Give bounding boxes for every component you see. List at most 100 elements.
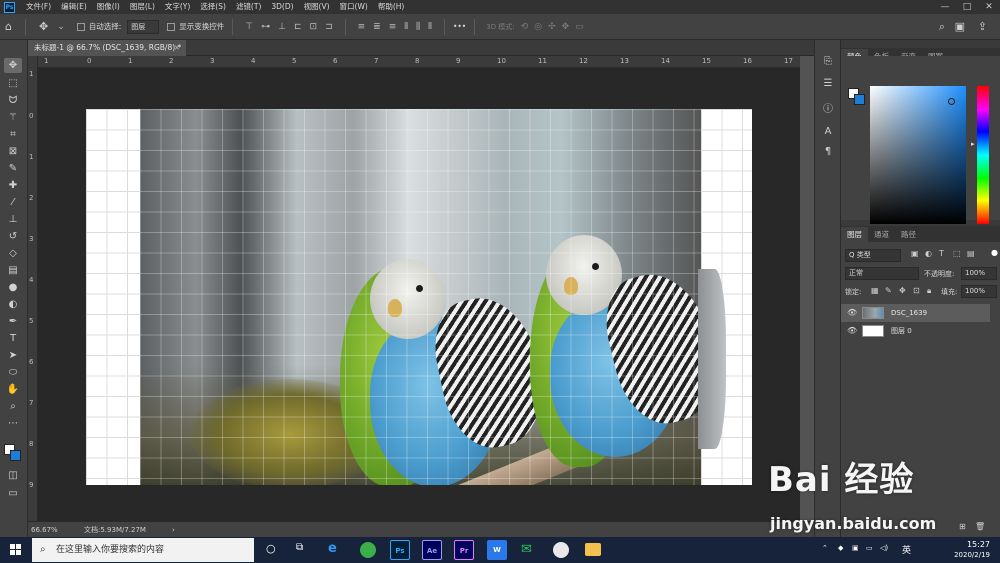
status-menu-arrow[interactable]: › bbox=[172, 522, 175, 538]
layer-row[interactable]: 👁︎ DSC_1639 bbox=[841, 304, 990, 322]
panel-background-swatch[interactable] bbox=[854, 94, 865, 105]
zoom-tool-icon[interactable]: ⌕ bbox=[4, 399, 22, 414]
distribute-top-icon[interactable]: ≡ bbox=[358, 22, 366, 32]
menu-select[interactable]: 选择(S) bbox=[195, 0, 231, 14]
maximize-button[interactable]: □ bbox=[956, 0, 978, 14]
align-left-icon[interactable]: ⊏ bbox=[294, 22, 302, 32]
browser-360-icon[interactable] bbox=[360, 542, 376, 558]
shape-tool-icon[interactable]: ⬭ bbox=[4, 365, 22, 380]
taskbar-after-effects-icon[interactable]: Ae bbox=[422, 540, 442, 560]
layer-row[interactable]: 👁︎ 图层 0 bbox=[841, 322, 990, 340]
clock-date[interactable]: 2020/2/19 bbox=[930, 551, 990, 559]
menu-view[interactable]: 视图(V) bbox=[299, 0, 335, 14]
home-icon[interactable]: ⌂ bbox=[5, 14, 12, 40]
character-panel-icon[interactable]: A bbox=[821, 126, 835, 137]
info-panel-icon[interactable]: ⓘ bbox=[821, 100, 835, 115]
blend-mode-dropdown[interactable]: 正常 bbox=[845, 267, 919, 280]
lock-artboard-icon[interactable]: ⊡ bbox=[913, 286, 920, 295]
pen-tool-icon[interactable]: ✒ bbox=[4, 314, 22, 329]
document-canvas[interactable] bbox=[86, 109, 752, 485]
taskbar-search-input[interactable]: ⌕ 在这里输入你要搜索的内容 bbox=[32, 538, 254, 562]
fill-input[interactable]: 100% bbox=[961, 285, 997, 298]
align-top-icon[interactable]: ⊤ bbox=[245, 22, 253, 32]
move-tool-icon[interactable]: ✥ bbox=[4, 58, 22, 73]
hue-slider[interactable] bbox=[977, 86, 989, 224]
quick-mask-icon[interactable]: ◫ bbox=[4, 468, 22, 483]
filter-shape-icon[interactable]: ⬚ bbox=[953, 249, 961, 258]
wechat-icon[interactable]: ✉︎ bbox=[521, 542, 532, 557]
ruler-vertical[interactable]: 1 0 1 2 3 4 5 6 7 8 9 bbox=[28, 56, 38, 521]
taskbar-premiere-icon[interactable]: Pr bbox=[454, 540, 474, 560]
brush-tool-icon[interactable]: ⁄ bbox=[4, 195, 22, 210]
lock-transparent-icon[interactable]: ▦ bbox=[871, 286, 879, 295]
align-right-icon[interactable]: ⊐ bbox=[325, 22, 333, 32]
tab-paths[interactable]: 路径 bbox=[895, 227, 922, 242]
dodge-tool-icon[interactable]: ◐ bbox=[4, 297, 22, 312]
background-color-swatch[interactable] bbox=[10, 450, 21, 461]
hue-slider-handle[interactable]: ▸ bbox=[971, 140, 975, 148]
menu-3d[interactable]: 3D(D) bbox=[266, 0, 298, 14]
ime-indicator[interactable]: 英 bbox=[902, 543, 911, 556]
eyedropper-tool-icon[interactable]: ✎ bbox=[4, 161, 22, 176]
clone-stamp-tool-icon[interactable]: ⊥ bbox=[4, 212, 22, 227]
edge-browser-icon[interactable]: e bbox=[328, 541, 337, 556]
file-explorer-icon[interactable] bbox=[585, 543, 601, 556]
eraser-tool-icon[interactable]: ◇ bbox=[4, 246, 22, 261]
opacity-input[interactable]: 100% bbox=[961, 267, 997, 280]
taskbar-photoshop-icon[interactable]: Ps bbox=[390, 540, 410, 560]
distribute-vcenter-icon[interactable]: ≣ bbox=[373, 22, 381, 32]
filter-type-icon[interactable]: T bbox=[939, 249, 944, 258]
document-tab[interactable]: 未标题-1 @ 66.7% (DSC_1639, RGB/8) * × bbox=[28, 40, 186, 56]
3d-slide-icon[interactable]: ✥ bbox=[562, 22, 570, 32]
menu-help[interactable]: 帮助(H) bbox=[373, 0, 410, 14]
search-icon[interactable]: ⌕ bbox=[939, 14, 945, 40]
screen-mode-icon[interactable]: ▭ bbox=[4, 486, 22, 501]
visibility-eye-icon[interactable]: 👁︎ bbox=[847, 322, 857, 340]
3d-pan-icon[interactable]: ✣ bbox=[548, 22, 556, 32]
menu-image[interactable]: 图像(I) bbox=[92, 0, 125, 14]
marquee-tool-icon[interactable]: ⬚ bbox=[4, 76, 22, 91]
menu-type[interactable]: 文字(Y) bbox=[160, 0, 195, 14]
layer-image-parakeets[interactable] bbox=[140, 109, 701, 485]
tab-channels[interactable]: 通道 bbox=[868, 227, 895, 242]
align-bottom-icon[interactable]: ⊥ bbox=[278, 22, 286, 32]
distribute-hcenter-icon[interactable]: ⫼ bbox=[416, 22, 420, 32]
menu-edit[interactable]: 编辑(E) bbox=[56, 0, 92, 14]
workspace-icon[interactable]: ▣ bbox=[955, 14, 965, 40]
menu-window[interactable]: 窗口(W) bbox=[335, 0, 373, 14]
properties-panel-icon[interactable]: ☰ bbox=[821, 78, 835, 89]
3d-orbit-icon[interactable]: ⟲ bbox=[521, 22, 529, 32]
distribute-right-icon[interactable]: ⫴ bbox=[428, 22, 432, 32]
menu-file[interactable]: 文件(F) bbox=[21, 0, 56, 14]
frame-tool-icon[interactable]: ⊠ bbox=[4, 144, 22, 159]
distribute-bottom-icon[interactable]: ≡ bbox=[389, 22, 397, 32]
color-picker-cursor[interactable] bbox=[948, 98, 955, 105]
ruler-horizontal[interactable]: 1 0 1 2 3 4 5 6 7 8 9 10 11 12 13 14 15 … bbox=[38, 56, 800, 68]
tray-chevron-up-icon[interactable]: ⌃ bbox=[822, 544, 828, 552]
tray-app-icon[interactable]: ▣ bbox=[852, 544, 859, 552]
canvas-workspace[interactable] bbox=[38, 68, 800, 521]
filter-toggle-icon[interactable]: ● bbox=[991, 248, 998, 257]
history-panel-icon[interactable]: ⎘ bbox=[821, 56, 835, 67]
move-tool-preset-icon[interactable]: ✥ bbox=[39, 14, 48, 40]
auto-select-dropdown[interactable]: 图层 bbox=[127, 19, 160, 34]
tab-layers[interactable]: 图层 bbox=[841, 227, 868, 242]
3d-roll-icon[interactable]: ◎ bbox=[534, 22, 542, 32]
task-view-icon[interactable]: ⧉ bbox=[296, 542, 303, 553]
close-window-button[interactable]: ✕ bbox=[978, 0, 1000, 14]
visibility-eye-icon[interactable]: 👁︎ bbox=[847, 304, 857, 322]
path-selection-tool-icon[interactable]: ➤ bbox=[4, 348, 22, 363]
blur-tool-icon[interactable]: ● bbox=[4, 280, 22, 295]
minimize-button[interactable]: — bbox=[934, 0, 956, 14]
filter-smart-object-icon[interactable]: ▤ bbox=[967, 249, 975, 258]
lasso-tool-icon[interactable]: ᗢ bbox=[4, 93, 22, 108]
zoom-level[interactable]: 66.67% bbox=[31, 522, 58, 538]
lock-pixels-icon[interactable]: ✎ bbox=[885, 286, 892, 295]
app-round-icon[interactable] bbox=[553, 542, 569, 558]
color-picker-field[interactable] bbox=[870, 86, 966, 224]
history-brush-tool-icon[interactable]: ↺ bbox=[4, 229, 22, 244]
layer-filter-dropdown[interactable]: Q 类型 bbox=[845, 249, 901, 262]
menu-filter[interactable]: 滤镜(T) bbox=[231, 0, 266, 14]
3d-scale-icon[interactable]: ▭ bbox=[575, 22, 584, 32]
menu-layer[interactable]: 图层(L) bbox=[125, 0, 160, 14]
